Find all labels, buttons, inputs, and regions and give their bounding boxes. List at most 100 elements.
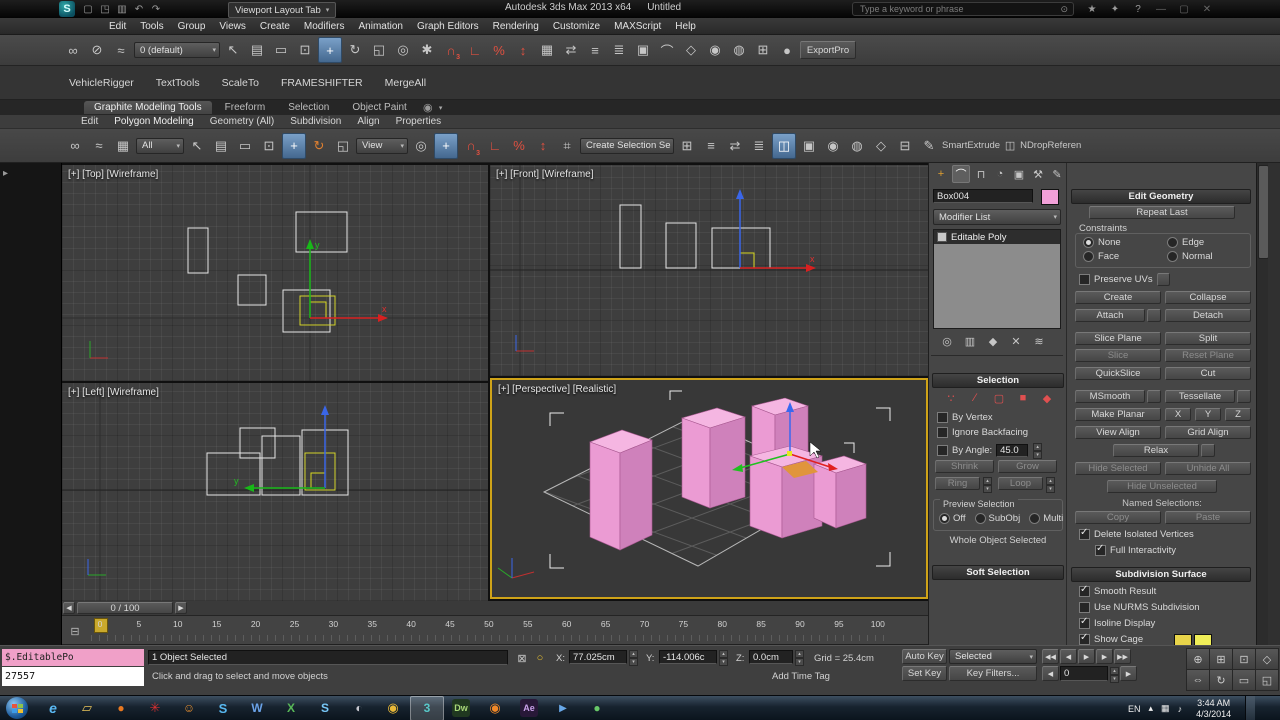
search-input[interactable] (858, 3, 1057, 15)
ribbon-isolate-icon[interactable]: ⊞ (676, 134, 698, 158)
maximize-viewport-icon[interactable]: ◱ (1255, 669, 1279, 691)
edit-named-selections-icon[interactable]: ▦ (536, 38, 558, 62)
by-angle-field[interactable]: 45.0 (996, 443, 1029, 457)
reference-coordinate-dropdown[interactable]: View (356, 137, 408, 154)
ribbon-select-by-name-icon[interactable]: ▤ (210, 134, 232, 158)
x-coord-field[interactable]: 77.025cm (569, 650, 627, 664)
hide-selected-button[interactable]: Hide Selected (1075, 462, 1161, 475)
tab-graphite-modeling-tools[interactable]: Graphite Modeling Tools (84, 101, 212, 114)
ribbon-display-icon[interactable]: ▣ (798, 134, 820, 158)
previous-frame-button[interactable]: ◀ (1042, 666, 1059, 681)
unhide-all-button[interactable]: Unhide All (1165, 462, 1251, 475)
absolute-relative-icon[interactable]: ○ (532, 650, 548, 666)
zoom-all-icon[interactable]: ⊞ (1209, 648, 1233, 670)
render-production-icon[interactable]: ● (776, 38, 798, 62)
planar-z-button[interactable]: Z (1225, 408, 1251, 421)
maxscript-mini-listener-output[interactable]: 27557 (2, 667, 144, 686)
relax-settings-button[interactable] (1201, 444, 1215, 457)
menu-views[interactable]: Views (212, 21, 253, 32)
slice-plane-button[interactable]: Slice Plane (1075, 332, 1161, 345)
tab-object-paint[interactable]: Object Paint (342, 101, 416, 114)
help-icon[interactable]: ? (1130, 1, 1146, 17)
selection-lock-icon[interactable]: ⊠ (514, 650, 530, 666)
ribbon-angle-snap-icon[interactable]: ∟ (484, 134, 506, 158)
menu-tools[interactable]: Tools (133, 21, 170, 32)
ribbon-scale-icon[interactable]: ◱ (332, 134, 354, 158)
go-to-end-button[interactable]: ▶▶ (1114, 649, 1131, 664)
frameshifter-button[interactable]: FRAMESHIFTER (276, 75, 368, 91)
remove-modifier-icon[interactable]: ✕ (1008, 333, 1024, 349)
show-cage-checkbox[interactable] (1079, 632, 1090, 645)
ribbon-layers-icon[interactable]: ≣ (748, 134, 770, 158)
ribbon-pencil-icon[interactable]: ✎ (918, 134, 940, 158)
track-bar[interactable]: ⊟ 0 5 10 15 20 25 30 35 40 45 50 55 60 6… (62, 616, 928, 645)
subtab-geometry-all[interactable]: Geometry (All) (203, 116, 281, 127)
full-interactivity-checkbox[interactable] (1095, 543, 1106, 556)
maxscript-mini-listener-input[interactable]: $.EditablePo (2, 649, 144, 666)
rectangular-selection-region-icon[interactable]: ▭ (270, 38, 292, 62)
quickslice-button[interactable]: QuickSlice (1075, 367, 1161, 380)
viewport-perspective[interactable]: [+] [Perspective] [Realistic] (490, 378, 928, 599)
ribbon-move-gizmo-icon[interactable]: + (434, 132, 458, 159)
taskbar-firefox[interactable]: ◉ (478, 696, 512, 720)
language-indicator[interactable]: EN (1128, 704, 1141, 714)
constraint-none-radio[interactable] (1083, 237, 1094, 248)
constraint-edge-radio[interactable] (1167, 237, 1178, 248)
tessellate-button[interactable]: Tessellate (1165, 390, 1235, 403)
view-align-button[interactable]: View Align (1075, 426, 1161, 439)
ribbon-material-icon[interactable]: ◉ (822, 134, 844, 158)
menu-animation[interactable]: Animation (351, 21, 409, 32)
unlink-selection-icon[interactable]: ⊘ (86, 38, 108, 62)
layer-manager-icon[interactable]: ≣ (608, 38, 630, 62)
copy-button[interactable]: Copy (1075, 511, 1161, 524)
vertex-subobject-icon[interactable]: ∵ (943, 390, 959, 406)
object-name-field[interactable]: Box004 (933, 189, 1033, 203)
taskbar-dreamweaver[interactable]: Dw (444, 696, 478, 720)
menu-edit[interactable]: Edit (102, 21, 133, 32)
play-button[interactable]: ▶ (1078, 649, 1095, 664)
layout-tab-arrow-icon[interactable]: ▸ (3, 168, 8, 179)
polygon-subobject-icon[interactable]: ■ (1015, 390, 1031, 406)
subdivision-surface-header[interactable]: Subdivision Surface (1071, 567, 1251, 582)
slider-left-arrow[interactable]: ◀ (63, 602, 75, 614)
ribbon-attach-icon[interactable]: ≈ (88, 134, 110, 158)
texttools-button[interactable]: TextTools (151, 75, 205, 91)
ribbon-marquee-icon[interactable]: ▭ (234, 134, 256, 158)
material-editor-icon[interactable]: ◉ (704, 38, 726, 62)
ribbon-move-icon[interactable]: + (282, 132, 306, 159)
tray-network-icon[interactable]: ▦ (1161, 703, 1170, 714)
modify-tab-icon[interactable]: ⌒ (952, 165, 970, 183)
ribbon-listener-icon[interactable]: ⊟ (894, 134, 916, 158)
soft-selection-rollout-header[interactable]: Soft Selection (932, 565, 1064, 580)
viewport-front[interactable]: x [+] [Front] [Wireframe] (490, 165, 928, 376)
select-and-rotate-icon[interactable]: ↻ (344, 38, 366, 62)
mergeall-button[interactable]: MergeAll (380, 75, 431, 91)
field-of-view-icon[interactable]: ◇ (1255, 648, 1279, 670)
taskbar-clock[interactable]: 3:44 AM 4/3/2014 (1190, 698, 1237, 720)
viewport-label-top[interactable]: [+] [Top] [Wireframe] (68, 169, 158, 180)
pan-icon[interactable]: ⇔ (1186, 669, 1210, 691)
menu-group[interactable]: Group (171, 21, 213, 32)
taskbar-media-player[interactable]: ▶ (546, 696, 580, 720)
edit-geometry-header[interactable]: Edit Geometry (1071, 189, 1251, 204)
viewport-label-left[interactable]: [+] [Left] [Wireframe] (68, 387, 159, 398)
favorites-icon[interactable]: ★ (1084, 1, 1100, 17)
planar-x-button[interactable]: X (1165, 408, 1191, 421)
taskbar-green-app[interactable]: ● (580, 696, 614, 720)
stack-item-editable-poly[interactable]: Editable Poly (934, 230, 1060, 244)
zoom-region-icon[interactable]: ▭ (1232, 669, 1256, 691)
preserve-uvs-settings-button[interactable] (1156, 273, 1170, 286)
tab-selection[interactable]: Selection (278, 101, 339, 114)
snap-toggle-icon[interactable]: ∩ 3 (440, 38, 462, 62)
set-key-button[interactable]: Set Key (902, 666, 947, 681)
minimize-window-icon[interactable]: — (1153, 1, 1169, 17)
mirror-icon[interactable]: ⇄ (560, 38, 582, 62)
preserve-uvs-checkbox[interactable] (1079, 274, 1090, 285)
modifier-list-dropdown[interactable]: Modifier List (933, 209, 1061, 225)
drop-reference-icon[interactable]: ◫ (1002, 138, 1018, 154)
time-slider-thumb[interactable]: 0 / 100 (77, 602, 173, 614)
detach-button[interactable]: Detach (1165, 309, 1251, 322)
create-button[interactable]: Create (1075, 291, 1161, 304)
preview-off-radio[interactable] (939, 513, 950, 524)
window-crossing-icon[interactable]: ⊡ (294, 38, 316, 62)
